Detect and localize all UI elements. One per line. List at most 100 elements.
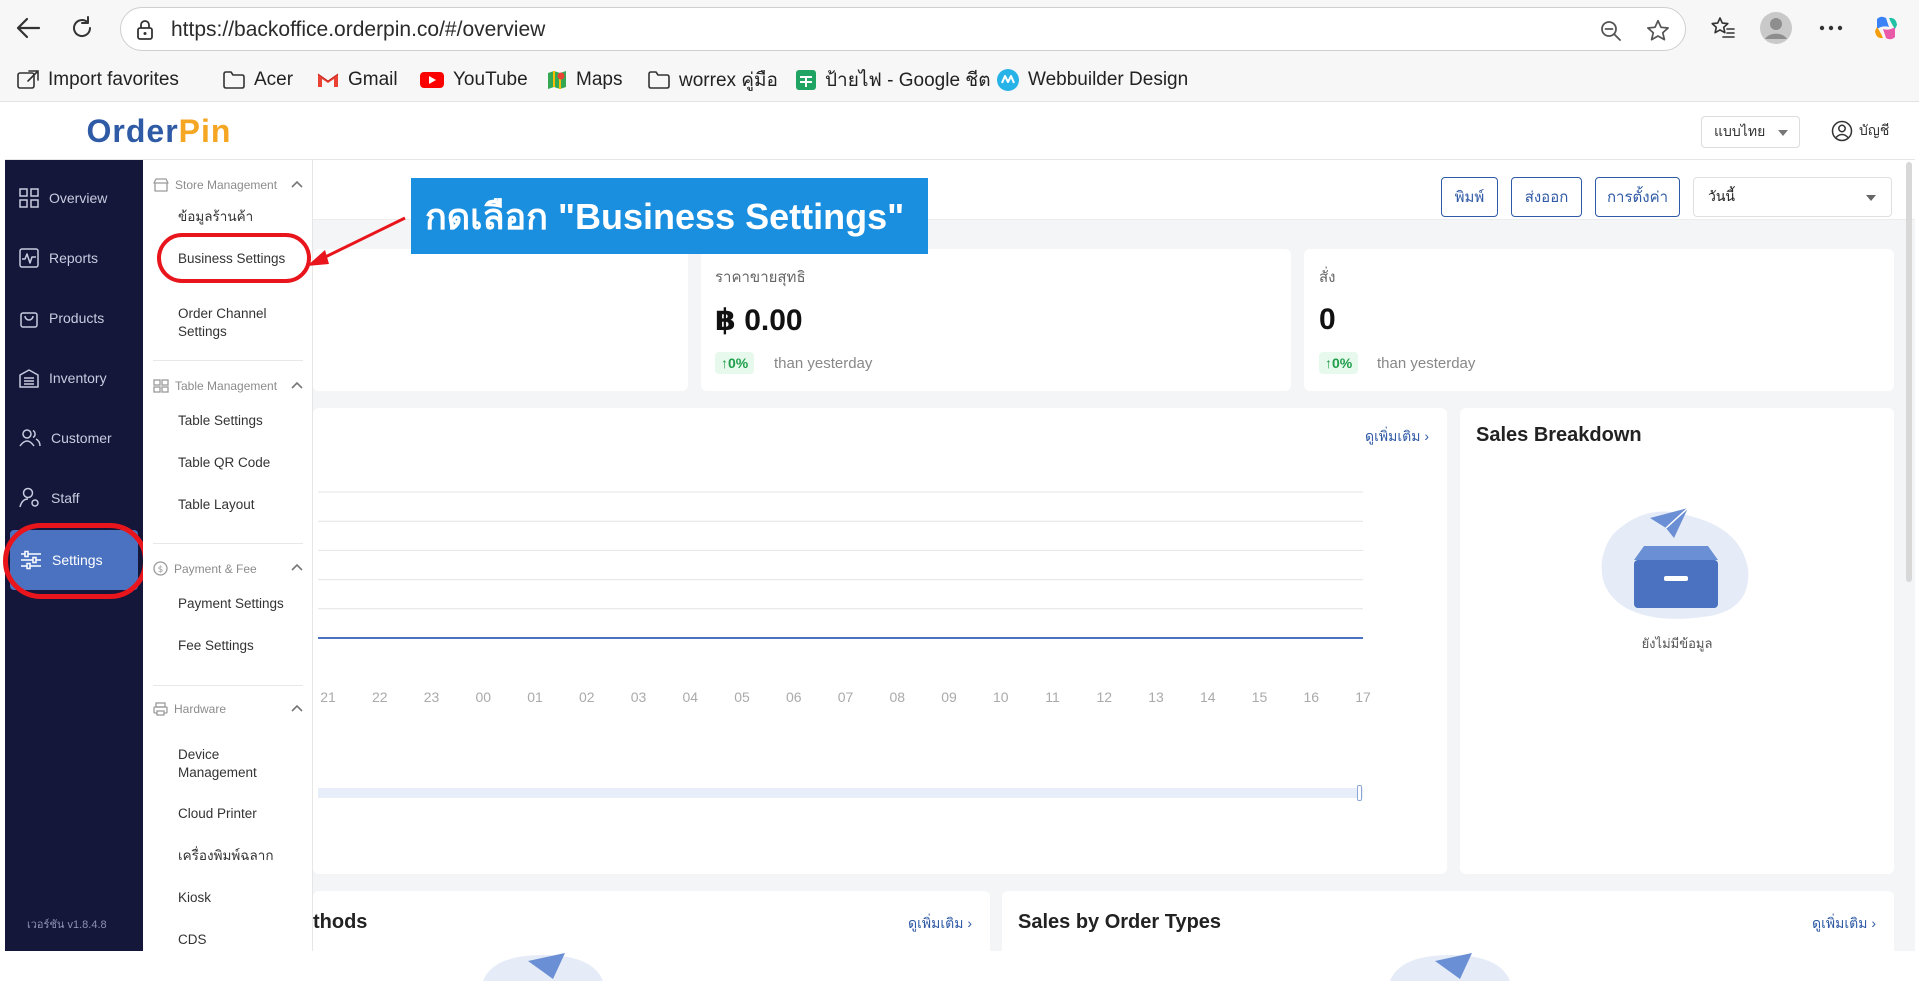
date-filter-select[interactable]: วันนี้: [1693, 177, 1892, 217]
export-button[interactable]: ส่งออก: [1511, 177, 1582, 217]
bag-icon: [20, 312, 38, 328]
chart-x-tick-label: 23: [424, 689, 440, 705]
sidebar-item-products[interactable]: Products: [5, 290, 143, 346]
back-button[interactable]: [10, 10, 46, 46]
sales-chart-more-link[interactable]: ดูเพิ่มเติม ›: [1365, 426, 1429, 448]
kpi-change-badge: ↑0%: [715, 352, 755, 374]
chevron-up-icon: [291, 381, 303, 389]
payment-methods-more-link[interactable]: ดูเพิ่มเติม ›: [908, 913, 972, 935]
printer-icon: [153, 702, 168, 716]
chart-x-tick-label: 08: [889, 689, 905, 705]
version-label: เวอร์ชัน v1.8.4.8: [27, 919, 107, 931]
chart-zoom-handle[interactable]: [1357, 785, 1362, 801]
chevron-up-icon: [291, 563, 303, 571]
chart-x-tick-label: 05: [734, 689, 750, 705]
annotation-arrow-icon: [307, 216, 406, 266]
sidebar-item-inventory[interactable]: Inventory: [5, 350, 143, 406]
url-text[interactable]: https://backoffice.orderpin.co/#/overvie…: [171, 18, 545, 42]
section-table-management[interactable]: Table Management: [153, 379, 303, 393]
submenu-item-cds[interactable]: CDS: [178, 931, 308, 949]
order-types-title: Sales by Order Types: [1018, 911, 1222, 933]
kpi-value: ฿ 0.00: [715, 304, 803, 337]
chart-x-tick-label: 16: [1303, 689, 1319, 705]
kpi-label: ราคาขายสุทธิ: [715, 269, 806, 286]
chart-x-tick-label: 09: [941, 689, 957, 705]
chart-x-tick-label: 14: [1200, 689, 1216, 705]
bookmark-google-sheets[interactable]: ป้ายไฟ - Google ชีต: [795, 64, 991, 96]
sales-line-chart: 21 22 23 00 01 02 03 04 05 06 07 08 09 10 11 12 13 14 15 16…: [318, 491, 1371, 705]
coin-icon: $: [153, 561, 168, 576]
chart-x-tick-label: 06: [786, 689, 802, 705]
kpi-label: สั่ง: [1319, 269, 1336, 286]
kpi-change-badge: ↑0%: [1319, 352, 1359, 374]
payment-methods-card: thods ดูเพิ่มเติม ›: [313, 891, 990, 981]
back-arrow-icon: [16, 17, 41, 39]
sidebar-item-customer[interactable]: Customer: [5, 410, 143, 466]
sales-breakdown-title: Sales Breakdown: [1476, 424, 1642, 446]
app-header: Order Pin แบบไทย บัญชี: [5, 102, 1915, 160]
submenu-item-payment-settings[interactable]: Payment Settings: [178, 595, 308, 613]
reload-button[interactable]: [64, 10, 100, 46]
favorites-button[interactable]: [1705, 10, 1741, 46]
bookmark-maps[interactable]: Maps: [546, 64, 622, 96]
submenu-item-kiosk[interactable]: Kiosk: [178, 889, 308, 907]
submenu-item-table-settings[interactable]: Table Settings: [178, 412, 308, 430]
business-settings-highlight-ring: [157, 233, 311, 283]
sidebar-item-overview[interactable]: Overview: [5, 170, 143, 226]
address-bar[interactable]: https://backoffice.orderpin.co/#/overvie…: [120, 7, 1686, 51]
bookmark-webbuilder[interactable]: Webbuilder Design: [996, 64, 1188, 96]
lock-icon: [137, 20, 153, 40]
chart-zoom-track[interactable]: [318, 788, 1363, 798]
sidebar-item-reports[interactable]: Reports: [5, 230, 143, 286]
ellipsis-icon: [1819, 25, 1843, 31]
bookmark-import-favorites[interactable]: Import favorites: [16, 64, 179, 96]
copilot-icon: [1875, 16, 1897, 40]
language-select[interactable]: แบบไทย: [1701, 116, 1800, 148]
bookmark-gmail[interactable]: Gmail: [316, 64, 398, 96]
chart-x-tick-label: 22: [372, 689, 388, 705]
page-scrollbar[interactable]: [1906, 162, 1912, 582]
sheets-icon: [796, 70, 816, 90]
account-button[interactable]: บัญชี: [1831, 114, 1889, 148]
order-types-card: Sales by Order Types ดูเพิ่มเติม ›: [1002, 891, 1894, 981]
chart-x-tick-label: 02: [579, 689, 595, 705]
submenu-item-label-printer[interactable]: เครื่องพิมพ์ฉลาก: [178, 847, 308, 865]
bookmark-acer[interactable]: Acer: [222, 64, 293, 96]
profile-button[interactable]: [1758, 10, 1794, 46]
chart-x-tick-label: 04: [682, 689, 698, 705]
orderpin-logo[interactable]: Order Pin: [5, 102, 313, 160]
kpi-compare-label: than yesterday: [774, 355, 873, 372]
more-menu-button[interactable]: [1813, 10, 1849, 46]
settings-highlight-ring: [3, 523, 148, 599]
grid-icon: [19, 188, 39, 208]
section-store-management[interactable]: Store Management: [153, 178, 303, 192]
submenu-item-cloud-printer[interactable]: Cloud Printer: [178, 805, 308, 823]
submenu-divider: [153, 360, 303, 361]
account-icon: [1831, 120, 1853, 142]
submenu-item-order-channel-settings[interactable]: Order Channel Settings: [178, 305, 308, 341]
submenu-item-table-layout[interactable]: Table Layout: [178, 496, 308, 514]
section-hardware[interactable]: Hardware: [153, 702, 303, 716]
submenu-item-table-qr-code[interactable]: Table QR Code: [178, 454, 308, 472]
submenu-divider: [153, 685, 303, 686]
submenu-item-device-management[interactable]: Device Management: [178, 746, 288, 782]
order-types-more-link[interactable]: ดูเพิ่มเติม ›: [1812, 913, 1876, 935]
zoom-out-icon[interactable]: [1599, 19, 1623, 43]
section-payment-fee[interactable]: $ Payment & Fee: [153, 561, 303, 576]
kpi-card-net-sales: ราคาขายสุทธิ ฿ 0.00 ↑0% than yesterday: [701, 249, 1291, 391]
sidebar-item-staff[interactable]: Staff: [5, 470, 143, 526]
bookmark-worrex[interactable]: worrex คู่มือ: [647, 64, 778, 96]
copilot-button[interactable]: [1868, 10, 1904, 46]
app-root: Order Pin แบบไทย บัญชี Overview Reports P…: [3, 102, 1915, 981]
chart-x-tick-label: 01: [527, 689, 543, 705]
chart-x-tick-label: 12: [1096, 689, 1112, 705]
submenu-item-fee-settings[interactable]: Fee Settings: [178, 637, 308, 655]
empty-state-text: ยังไม่มีข้อมูล: [1641, 636, 1713, 651]
print-button[interactable]: พิมพ์: [1441, 177, 1498, 217]
bookmark-youtube[interactable]: YouTube: [419, 64, 528, 96]
settings-button[interactable]: การตั้งค่า: [1595, 177, 1680, 217]
sales-breakdown-card: Sales Breakdown ยังไม่มีข้อมูล: [1460, 408, 1894, 874]
submenu-item-store-info[interactable]: ข้อมูลร้านค้า: [178, 208, 308, 226]
chart-x-tick-label: 11: [1045, 689, 1060, 705]
favorite-star-icon[interactable]: [1645, 18, 1671, 44]
